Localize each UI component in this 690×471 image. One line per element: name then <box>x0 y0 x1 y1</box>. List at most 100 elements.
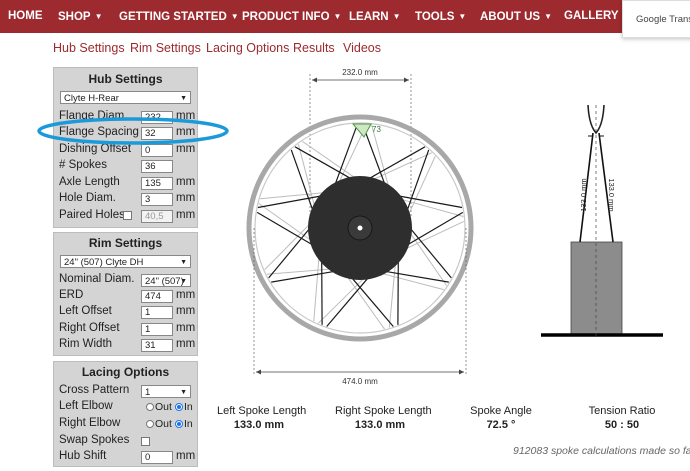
rim-settings-title: Rim Settings <box>88 236 163 250</box>
lacing-options-title: Lacing Options <box>81 365 170 379</box>
spokes-input[interactable]: 36 <box>141 160 173 173</box>
swap-spokes-checkbox[interactable] <box>141 437 150 446</box>
right-offset-label: Right Offset <box>59 322 120 334</box>
hub-body-side <box>570 241 623 336</box>
cross-pattern-select[interactable]: 1 ▼ <box>141 385 191 398</box>
spoke-front <box>406 211 464 246</box>
right-spoke-length-heading: Right Spoke Length <box>335 405 432 417</box>
chevron-down-icon: ▼ <box>333 12 342 21</box>
spoke-back <box>407 155 436 216</box>
erd-unit: mm <box>176 289 196 301</box>
nav-gallery[interactable]: GALLERY <box>564 0 619 33</box>
right-length-label: 133.0 mm <box>607 178 616 211</box>
left-spoke-length-heading: Left Spoke Length <box>217 405 307 417</box>
top-nav: HOME SHOP ▼ GETTING STARTED ▼ PRODUCT INFO… <box>0 0 690 33</box>
nominal-diam-label: Nominal Diam. <box>59 273 135 285</box>
lacing-options-panel: Lacing Options Cross Pattern 1 ▼ Left Elb… <box>53 361 198 467</box>
spoke-front <box>350 276 394 327</box>
hub-shift-unit: mm <box>176 450 196 462</box>
erd-input[interactable]: 474 <box>141 290 173 303</box>
axle-length-input[interactable]: 135 <box>141 177 173 190</box>
wheel-side-diagram: 133.0 mm 133.0 mm <box>541 104 663 339</box>
nav-getting-started-label: GETTING STARTED <box>119 11 227 23</box>
spoke-front <box>409 227 452 279</box>
nav-tools[interactable]: TOOLS ▼ <box>415 0 466 33</box>
nav-shop-label: SHOP <box>58 11 91 23</box>
spoke-angle-heading: Spoke Angle <box>470 405 532 417</box>
nav-about-us[interactable]: ABOUT US ▼ <box>480 0 552 33</box>
google-translate-widget[interactable]: Google Translate <box>622 0 690 38</box>
spoke-front <box>326 276 370 327</box>
right-elbow-label: Right Elbow <box>59 417 121 429</box>
paired-holes-checkbox[interactable] <box>123 211 132 220</box>
nominal-diam-select[interactable]: 24" (507) ▼ <box>141 274 191 287</box>
spoke-back <box>302 140 356 179</box>
spoke-back <box>346 276 385 330</box>
left-offset-input[interactable]: 1 <box>141 306 173 319</box>
subnav-videos[interactable]: Videos <box>343 41 381 55</box>
left-spoke-length-value: 133.0 mm <box>233 419 285 431</box>
paired-holes-input: 40,5 <box>141 210 173 223</box>
rim-settings-panel: Rim Settings 24" (507) Clyte DH ▼ Nominal… <box>53 232 198 356</box>
rim-select-value: 24" (507) Clyte DH <box>64 257 144 268</box>
chevron-down-icon: ▼ <box>458 12 467 21</box>
cross-pattern-label: Cross Pattern <box>59 384 130 396</box>
nav-about-us-label: ABOUT US <box>480 11 541 23</box>
left-offset-unit: mm <box>176 305 196 317</box>
right-elbow-out-radio[interactable] <box>146 420 154 428</box>
chevron-down-icon: ▼ <box>180 389 187 396</box>
nav-learn[interactable]: LEARN ▼ <box>349 0 401 33</box>
chevron-down-icon: ▼ <box>94 12 103 21</box>
chevron-down-icon: ▼ <box>392 12 401 21</box>
hub-shift-label: Hub Shift <box>59 450 107 462</box>
spoke-angle-label: 73 <box>372 125 381 134</box>
hole-diam-label: Hole Diam. <box>59 192 116 204</box>
hole-diam-input[interactable]: 3 <box>141 193 173 206</box>
chevron-down-icon: ▼ <box>544 12 552 21</box>
left-elbow-in-radio[interactable] <box>175 403 183 411</box>
left-elbow-in-label: In <box>184 401 193 413</box>
right-offset-input[interactable]: 1 <box>141 323 173 336</box>
calculation-counter: 912083 spoke calculations made so far! <box>513 445 690 457</box>
flange-dim-label: 232.0 mm <box>342 68 378 77</box>
right-elbow-in-label: In <box>184 418 193 430</box>
nav-home[interactable]: HOME <box>8 0 43 33</box>
rim-width-label: Rim Width <box>59 338 113 350</box>
nav-product-info-label: PRODUCT INFO <box>242 11 330 23</box>
left-elbow-out-radio[interactable] <box>146 403 154 411</box>
right-elbow-out-label: Out <box>155 418 172 430</box>
hole-diam-unit: mm <box>176 192 196 204</box>
tension-ratio-value: 50 : 50 <box>604 419 640 431</box>
rim-width-unit: mm <box>176 338 196 350</box>
erd-dim-label: 474.0 mm <box>342 377 378 386</box>
nav-getting-started[interactable]: GETTING STARTED ▼ <box>119 0 239 33</box>
spoke-back <box>313 256 320 322</box>
hub-settings-title: Hub Settings <box>88 72 163 86</box>
hub-shift-input[interactable]: 0 <box>141 451 173 464</box>
chevron-down-icon: ▼ <box>180 278 187 285</box>
rim-select[interactable]: 24" (507) Clyte DH ▼ <box>60 255 191 268</box>
right-elbow-in-radio[interactable] <box>175 420 183 428</box>
erd-label: ERD <box>59 289 84 301</box>
nominal-diam-value: 24" (507) <box>145 276 184 287</box>
rim-width-input[interactable]: 31 <box>141 339 173 352</box>
spoke-front <box>268 227 311 279</box>
left-elbow-label: Left Elbow <box>59 400 113 412</box>
axle-length-label: Axle Length <box>59 176 120 188</box>
subnav-rim-settings[interactable]: Rim Settings <box>130 41 201 55</box>
highlight-ellipse <box>37 117 229 145</box>
hub-select[interactable]: Clyte H-Rear ▼ <box>60 91 191 104</box>
nav-learn-label: LEARN <box>349 11 389 23</box>
nav-shop[interactable]: SHOP ▼ <box>58 0 103 33</box>
left-offset-label: Left Offset <box>59 305 112 317</box>
axle-hole <box>357 225 363 231</box>
spoke-back <box>405 220 465 250</box>
right-spoke-length-value: 133.0 mm <box>354 419 406 431</box>
subnav-hub-settings[interactable]: Hub Settings <box>53 41 125 55</box>
axle-length-unit: mm <box>176 176 196 188</box>
tension-ratio-heading: Tension Ratio <box>588 405 656 417</box>
cross-pattern-value: 1 <box>145 387 151 398</box>
subnav-lacing-options[interactable]: Lacing Options <box>206 41 289 55</box>
subnav-results[interactable]: Results <box>293 41 335 55</box>
nav-product-info[interactable]: PRODUCT INFO ▼ <box>242 0 341 33</box>
